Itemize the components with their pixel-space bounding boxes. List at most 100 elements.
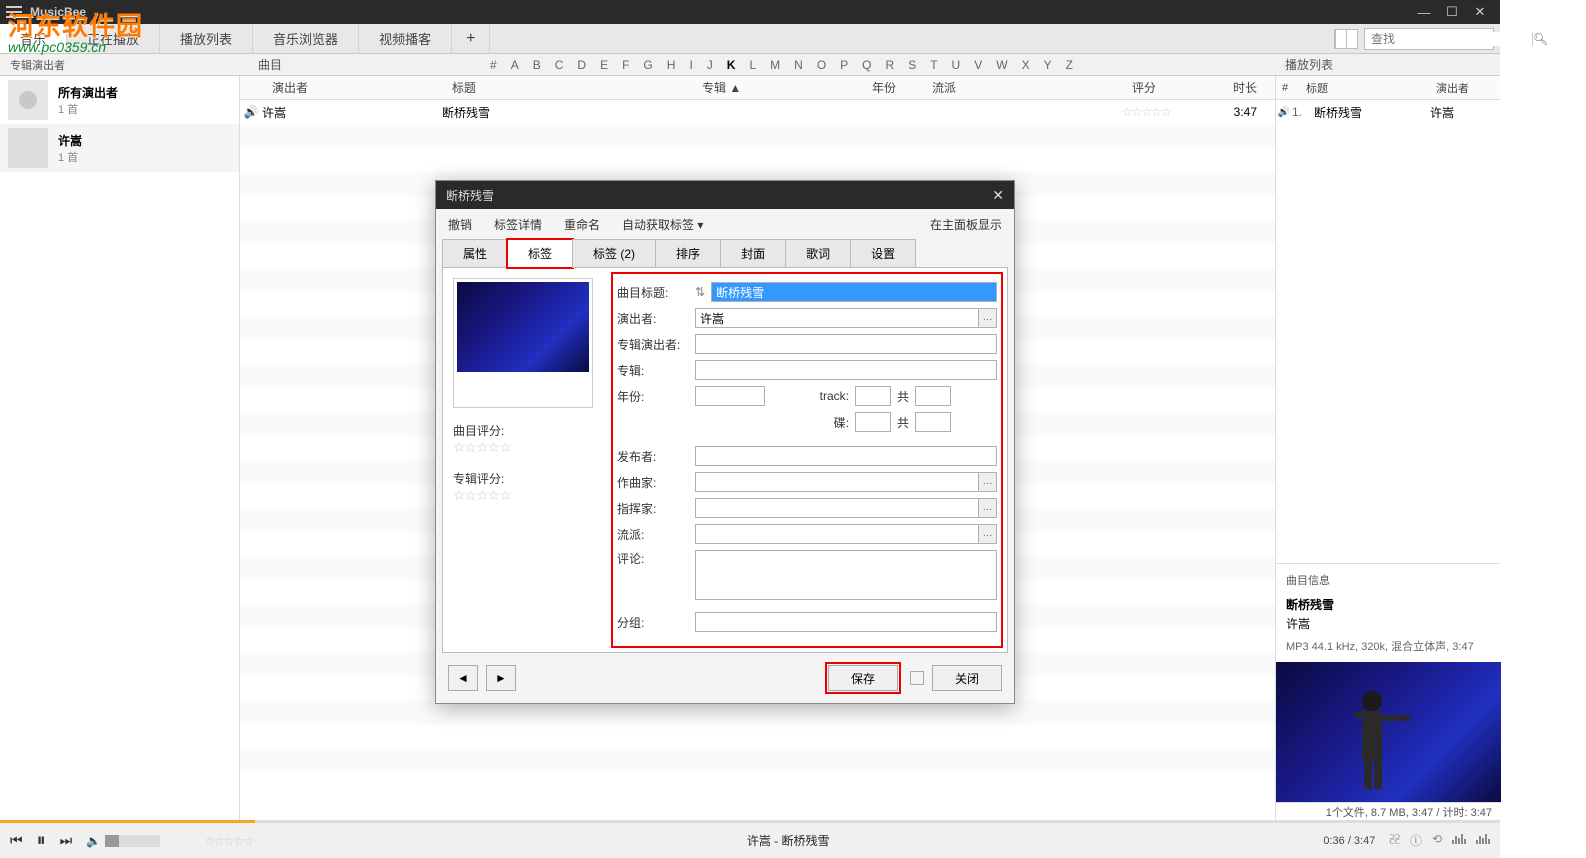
input-composer[interactable]: [695, 472, 979, 492]
az-letter[interactable]: Y: [1044, 58, 1052, 72]
toolbar-rename[interactable]: 重命名: [564, 216, 600, 233]
input-track-total[interactable]: [915, 386, 951, 406]
close-button[interactable]: 关闭: [932, 665, 1002, 691]
eq-icon[interactable]: ⫔⫔: [1389, 832, 1400, 849]
volume-control[interactable]: 🔈: [86, 834, 160, 848]
dialog-close-icon[interactable]: ✕: [992, 187, 1004, 204]
az-letter[interactable]: O: [817, 58, 826, 72]
col-genre[interactable]: 流派: [922, 79, 1122, 96]
dtab-tags[interactable]: 标签: [507, 239, 573, 268]
input-disc-total[interactable]: [915, 412, 951, 432]
az-letter[interactable]: K: [727, 58, 736, 72]
az-letter[interactable]: M: [770, 58, 780, 72]
input-disc[interactable]: [855, 412, 891, 432]
prev-track-button[interactable]: ◄: [448, 665, 478, 691]
toolbar-undo[interactable]: 撤销: [448, 216, 472, 233]
az-letter[interactable]: J: [707, 58, 713, 72]
input-publisher[interactable]: [695, 446, 997, 466]
az-letter[interactable]: U: [952, 58, 961, 72]
chevron-down-icon[interactable]: ⌄: [92, 7, 100, 18]
artist-row[interactable]: 许嵩 1 首: [0, 124, 239, 172]
close-button[interactable]: ✕: [1466, 4, 1494, 20]
prev-button[interactable]: ⏮: [10, 832, 23, 849]
az-letter[interactable]: T: [930, 58, 937, 72]
more-artist-button[interactable]: …: [979, 308, 997, 328]
az-letter[interactable]: H: [667, 58, 676, 72]
az-letter[interactable]: F: [622, 58, 629, 72]
az-letter[interactable]: A: [511, 58, 519, 72]
toolbar-detail[interactable]: 标签详情: [494, 216, 542, 233]
input-track[interactable]: [855, 386, 891, 406]
repeat-icon[interactable]: ⟲: [1432, 832, 1442, 849]
swap-icon[interactable]: ⇅: [695, 285, 705, 299]
input-artist[interactable]: [695, 308, 979, 328]
az-letter[interactable]: R: [886, 58, 895, 72]
az-letter[interactable]: C: [555, 58, 564, 72]
dtab-artwork[interactable]: 封面: [720, 239, 786, 268]
input-album[interactable]: [695, 360, 997, 380]
search-icon[interactable]: 🔍︎: [1532, 32, 1548, 46]
input-genre[interactable]: [695, 524, 979, 544]
az-letter[interactable]: I: [689, 58, 692, 72]
next-track-button[interactable]: ►: [486, 665, 516, 691]
rating-stars[interactable]: ☆☆☆☆☆: [204, 834, 253, 848]
more-composer-button[interactable]: …: [979, 472, 997, 492]
visualizer-icon[interactable]: [1452, 832, 1466, 844]
az-letter[interactable]: G: [643, 58, 652, 72]
az-letter[interactable]: S: [908, 58, 916, 72]
input-comment[interactable]: [695, 550, 997, 600]
dialog-titlebar[interactable]: 断桥残雪 ✕: [436, 181, 1014, 209]
next-button[interactable]: ⏭: [60, 832, 73, 849]
az-letter[interactable]: Q: [862, 58, 871, 72]
volume-slider[interactable]: [105, 835, 160, 847]
pcol-artist[interactable]: 演出者: [1430, 80, 1500, 96]
az-letter[interactable]: V: [974, 58, 982, 72]
hamburger-icon[interactable]: [6, 6, 22, 18]
album-rating-stars[interactable]: ☆☆☆☆☆: [453, 487, 603, 504]
panel-layout-button[interactable]: [1334, 29, 1358, 49]
tab-add[interactable]: +: [452, 24, 490, 53]
tab-now-playing[interactable]: 正在播放: [67, 24, 160, 53]
dtab-lyrics[interactable]: 歌词: [785, 239, 851, 268]
progress-bar[interactable]: [0, 820, 1500, 823]
tab-music-browser[interactable]: 音乐浏览器: [253, 24, 359, 53]
save-checkbox[interactable]: [910, 671, 924, 685]
pause-button[interactable]: ⏸: [37, 830, 46, 851]
az-letter[interactable]: L: [749, 58, 756, 72]
col-duration[interactable]: 时长: [1217, 79, 1267, 96]
az-letter[interactable]: E: [600, 58, 608, 72]
lastfm-icon[interactable]: ⓛ: [1410, 832, 1422, 849]
toolbar-auto-tag[interactable]: 自动获取标签 ▾: [622, 216, 703, 233]
az-letter[interactable]: D: [577, 58, 586, 72]
search-box[interactable]: 🔍︎: [1364, 28, 1494, 50]
input-title[interactable]: [711, 282, 997, 302]
tab-video-podcast[interactable]: 视频播客: [359, 24, 452, 53]
input-conductor[interactable]: [695, 498, 979, 518]
more-genre-button[interactable]: …: [979, 524, 997, 544]
dtab-settings[interactable]: 设置: [850, 239, 916, 268]
pcol-title[interactable]: 标题: [1300, 80, 1430, 96]
dialog-artwork[interactable]: [453, 278, 593, 408]
save-button[interactable]: 保存: [828, 665, 898, 691]
dtab-sort[interactable]: 排序: [655, 239, 721, 268]
track-row[interactable]: 🔊 许嵩 断桥残雪 ☆☆☆☆☆ 3:47: [240, 100, 1275, 124]
col-title[interactable]: 标题: [442, 79, 692, 96]
col-rating[interactable]: 评分: [1122, 79, 1217, 96]
az-letter[interactable]: N: [794, 58, 803, 72]
input-year[interactable]: [695, 386, 765, 406]
cell-rating[interactable]: ☆☆☆☆☆: [1122, 105, 1217, 119]
col-year[interactable]: 年份: [862, 79, 922, 96]
dtab-properties[interactable]: 属性: [442, 239, 508, 268]
more-conductor-button[interactable]: …: [979, 498, 997, 518]
az-letter[interactable]: P: [840, 58, 848, 72]
tab-playlists[interactable]: 播放列表: [160, 24, 253, 53]
album-art-large[interactable]: [1276, 662, 1501, 802]
toolbar-show-main[interactable]: 在主面板显示: [930, 216, 1002, 233]
artist-row-all[interactable]: 所有演出者 1 首: [0, 76, 239, 124]
az-letter[interactable]: X: [1022, 58, 1030, 72]
dtab-tags2[interactable]: 标签 (2): [572, 239, 656, 268]
tab-music[interactable]: 音乐: [0, 24, 67, 53]
az-letter[interactable]: B: [533, 58, 541, 72]
search-input[interactable]: [1365, 32, 1532, 46]
maximize-button[interactable]: ☐: [1438, 4, 1466, 20]
